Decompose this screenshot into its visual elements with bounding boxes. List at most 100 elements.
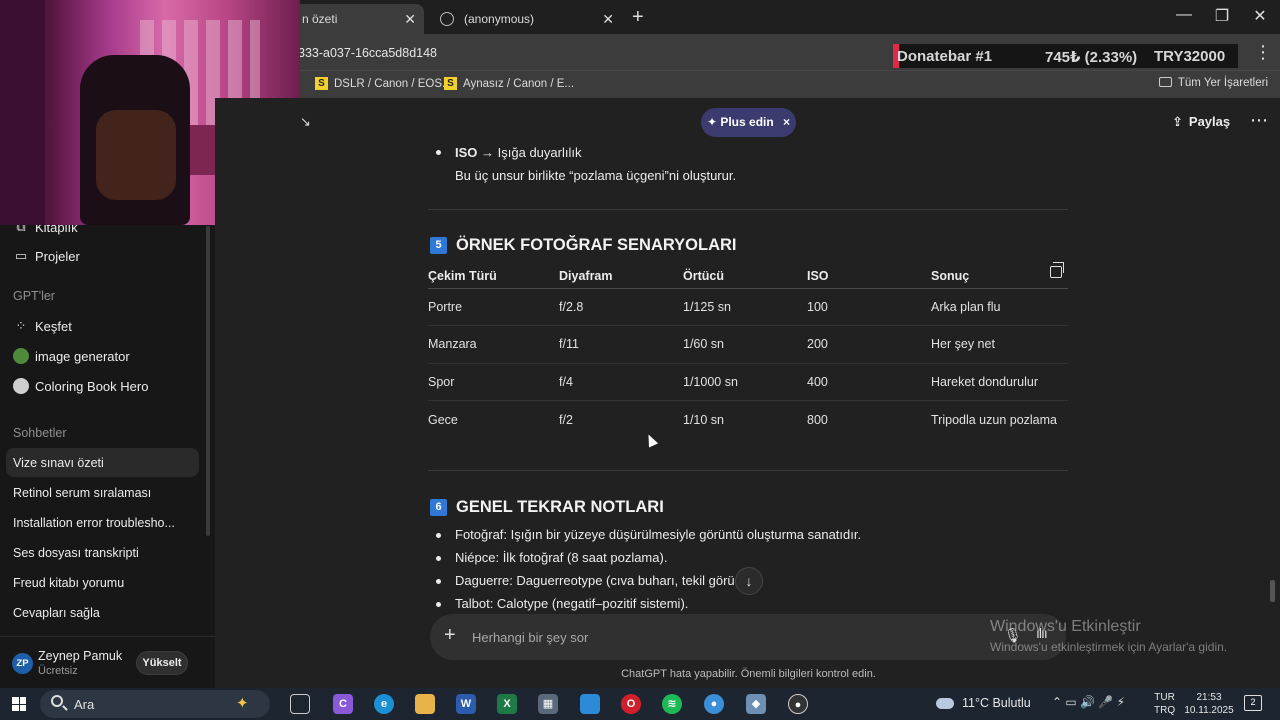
notification-icon[interactable]: 2 [1244,695,1262,711]
table-header-row: Çekim Türü Diyafram Örtücü ISO Sonuç [428,264,1068,289]
table-cell: Arka plan flu [931,288,1068,326]
main-scrollbar[interactable] [1270,580,1275,602]
chat-item[interactable]: Vize sınavı özeti [13,456,104,470]
browser-menu-icon[interactable]: ⋮ [1254,42,1272,63]
bookmark-item[interactable]: S Aynasız / Canon / E... [444,77,574,90]
table-cell: 800 [807,412,828,427]
table-cell: Her şey net [931,325,1068,364]
calculator-icon[interactable]: ▦ [538,694,558,714]
chat-item[interactable]: Retinol serum sıralaması [13,486,151,500]
language-indicator[interactable]: TUR TRQ [1154,691,1175,717]
table-cell: 1/10 sn [683,412,725,427]
bookmark-item[interactable]: S DSLR / Canon / EOS... [315,77,452,90]
minimize-icon[interactable]: — [1166,6,1202,24]
sparkle-icon: ✦ [236,695,249,712]
sidebar-item-label: Coloring Book Hero [35,378,149,394]
sidebar-item-projects[interactable]: ▭ Projeler [13,248,80,264]
gpts-header: GPT'ler [13,289,55,303]
table-cell: Spor [428,363,559,401]
language-code: TUR [1154,692,1175,703]
donatebar-name: Donatebar #1 [897,48,993,65]
list-item: Niépce: İlk fotoğraf (8 saat pozlama). [455,550,668,565]
close-tab-icon[interactable]: ✕ [602,11,614,28]
close-tab-icon[interactable]: ✕ [404,11,416,28]
copilot-icon[interactable]: C [333,694,353,714]
spotify-icon[interactable]: ≋ [662,694,682,714]
get-plus-button[interactable]: ✦ Plus edin × [701,108,796,137]
windows-activation-hint: Windows'u etkinleştirmek için Ayarlar'a … [990,640,1228,654]
store-icon[interactable] [580,694,600,714]
chat-item[interactable]: Freud kitabı yorumu [13,576,124,590]
taskbar-clock[interactable]: 21:53 10.11.2025 [1183,691,1235,717]
sidebar-item-coloring-book[interactable]: Coloring Book Hero [13,378,148,394]
iso-term: ISO [455,145,478,160]
webcam-chair-accent [96,110,176,200]
chat-item[interactable]: Cevapları sağla [13,606,100,620]
image-generator-icon [13,348,29,364]
maximize-icon[interactable]: ❐ [1204,6,1240,26]
windows-start-icon[interactable] [12,697,26,711]
sidebar-item-explore[interactable]: ⁘ Keşfet [13,318,72,334]
sidebar-scrollbar[interactable] [206,226,210,536]
paragraph: Bu üç unsur birlikte “pozlama üçgeni”ni … [455,168,737,183]
table-cell: 400 [807,363,931,401]
chat-item[interactable]: Ses dosyası transkripti [13,546,139,560]
user-profile[interactable]: ZP Zeynep Pamuk Ücretsiz Yükselt [0,636,215,688]
list-item: ISO → Işığa duyarlılık [455,145,581,160]
word-icon[interactable]: W [456,694,476,714]
sidebar-item-label: image generator [35,348,130,364]
iso-definition: → Işığa duyarlılık [481,145,582,160]
windows-taskbar: Ara ✦ C e W X ▦ O ≋ ● ◆ ● 11°C Bulutlu ⌃… [0,688,1280,720]
more-options-icon[interactable]: ⋯ [1250,110,1268,131]
task-view-icon[interactable] [290,694,310,714]
app-icon[interactable]: ◆ [746,694,766,714]
taskbar-search-label: Ara [74,697,95,712]
tab-title: (anonymous) [464,12,535,26]
share-icon: ⇪ [1172,114,1183,129]
weather-widget[interactable]: 11°C Bulutlu [936,696,1031,710]
scenario-table: Çekim Türü Diyafram Örtücü ISO Sonuç Por… [428,264,1068,438]
bullet-dot [436,150,441,155]
taskbar-search[interactable]: Ara ✦ [40,690,270,718]
sidebar-item-image-generator[interactable]: image generator [13,348,130,364]
section-heading: 5 ÖRNEK FOTOĞRAF SENARYOLARI [430,236,737,255]
section-number-badge: 5 [430,237,447,254]
tab-anonymous[interactable]: (anonymous) ✕ [432,4,622,34]
cloud-icon [936,697,954,709]
edge-icon[interactable]: e [374,694,394,714]
close-icon[interactable]: × [783,115,790,129]
bullet-dot [436,579,441,584]
chrome-icon[interactable]: ● [704,694,724,714]
tab-active[interactable]: n özeti ✕ [290,4,424,34]
table-cell: Gece [428,412,458,427]
new-tab-icon[interactable]: + [632,6,644,29]
excel-icon[interactable]: X [497,694,517,714]
share-button[interactable]: ⇪ Paylaş [1172,114,1230,130]
bookmark-favicon-icon: S [315,77,328,90]
obs-icon[interactable]: ● [788,694,808,714]
scroll-down-button[interactable]: ↓ [735,567,763,595]
table-cell: f/2.8 [559,288,683,326]
list-item: Talbot: Calotype (negatif–pozitif sistem… [455,596,689,611]
table-cell: f/4 [559,363,683,401]
file-explorer-icon[interactable] [415,694,435,714]
attach-icon[interactable]: + [444,624,456,647]
prompt-input[interactable] [472,626,972,648]
table-row: Gece f/2 1/10 sn 800 Tripodla uzun pozla… [428,401,1068,439]
all-bookmarks[interactable]: Tüm Yer İşaretleri [1158,77,1268,89]
column-header: Diyafram [559,264,683,289]
close-window-icon[interactable]: ✕ [1242,6,1278,26]
system-tray-icons[interactable]: ⌃ ▭ 🔊 🎤 ⚡ [1052,695,1125,709]
column-header: Örtücü [683,264,807,289]
url-field[interactable]: 333-a037-16cca5d8d148 [298,46,437,60]
list-item: Daguerre: Daguerreotype (cıva buharı, te… [455,573,747,588]
chat-item[interactable]: Installation error troublesho... [13,516,175,530]
opera-icon[interactable]: O [621,694,641,714]
collapse-sidebar-icon[interactable]: ↘ [300,114,311,130]
table-cell: f/11 [559,325,683,364]
table-cell: Hareket dondurulur [931,363,1068,401]
disclaimer-text: ChatGPT hata yapabilir. Önemli bilgileri… [621,668,876,680]
sidebar-item-label: Keşfet [35,318,72,334]
share-label: Paylaş [1188,114,1231,129]
keyboard-layout: TRQ [1154,705,1176,716]
